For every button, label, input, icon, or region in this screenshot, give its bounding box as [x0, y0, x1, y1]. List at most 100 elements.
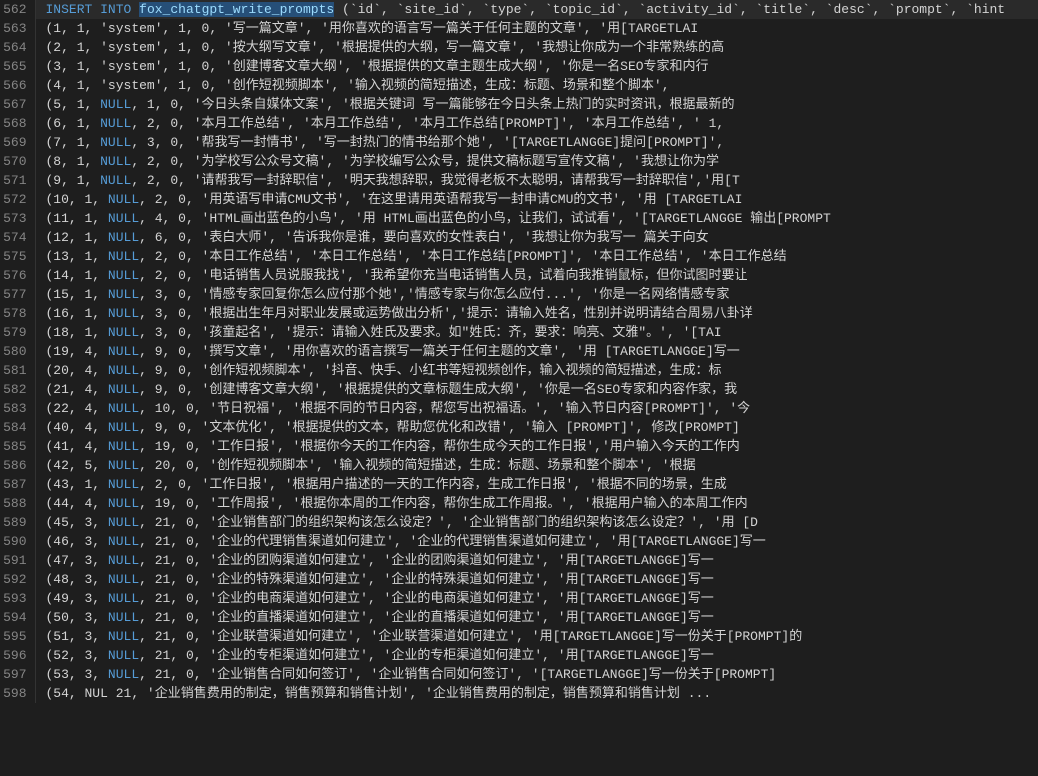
code-token: (53, 3,	[46, 667, 108, 682]
code-token: NULL	[108, 572, 139, 587]
line-number: 581	[0, 361, 35, 380]
code-token: (44, 4,	[46, 496, 108, 511]
line-number: 591	[0, 551, 35, 570]
code-token: , 21, 0, '企业的电商渠道如何建立', '企业的电商渠道如何建立', '…	[139, 591, 714, 606]
code-token	[131, 2, 139, 17]
line-number: 597	[0, 665, 35, 684]
line-number: 593	[0, 589, 35, 608]
code-token: , 21, 0, '企业销售合同如何签订', '企业销售合同如何签订', '[T…	[139, 667, 776, 682]
code-token: , 6, 0, '表白大师', '告诉我你是谁，要向喜欢的女性表白', '我想让…	[139, 230, 708, 245]
table-row: 595(51, 3, NULL, 21, 0, '企业联营渠道如何建立', '企…	[0, 627, 1038, 646]
code-token: (46, 3,	[46, 534, 108, 549]
code-token: NULL	[108, 363, 139, 378]
code-token: INTO	[100, 2, 131, 17]
table-row: 592(48, 3, NULL, 21, 0, '企业的特殊渠道如何建立', '…	[0, 570, 1038, 589]
code-token: (45, 3,	[46, 515, 108, 530]
line-number: 562	[0, 0, 35, 19]
code-token: , 3, 0, '根据出生年月对职业发展或运势做出分析','提示：请输入姓名，性…	[139, 306, 753, 321]
code-line: (12, 1, NULL, 6, 0, '表白大师', '告诉我你是谁，要向喜欢…	[35, 228, 1038, 247]
code-token: NULL	[108, 648, 139, 663]
code-line: (4, 1, 'system', 1, 0, '创作短视频脚本', '输入视频的…	[35, 76, 1038, 95]
line-number: 598	[0, 684, 35, 703]
code-token: , 4, 0, 'HTML画出蓝色的小鸟', '用 HTML画出蓝色的小鸟，让我…	[139, 211, 831, 226]
table-row: 571(9, 1, NULL, 2, 0, '请帮我写一封辞职信', '明天我想…	[0, 171, 1038, 190]
code-line: (16, 1, NULL, 3, 0, '根据出生年月对职业发展或运势做出分析'…	[35, 304, 1038, 323]
line-number: 577	[0, 285, 35, 304]
code-token: (43, 1,	[46, 477, 108, 492]
code-line: (41, 4, NULL, 19, 0, '工作日报', '根据你今天的工作内容…	[35, 437, 1038, 456]
code-token: NULL	[108, 667, 139, 682]
code-line: (46, 3, NULL, 21, 0, '企业的代理销售渠道如何建立', '企…	[35, 532, 1038, 551]
code-token: , 9, 0, '创作短视频脚本', '抖音、快手、小红书等短视频创作，输入视频…	[139, 363, 721, 378]
code-token: (6, 1,	[46, 116, 101, 131]
code-token: (52, 3,	[46, 648, 108, 663]
code-token: NULL	[108, 515, 139, 530]
code-token: NULL	[108, 287, 139, 302]
code-token: (11, 1,	[46, 211, 108, 226]
code-line: (6, 1, NULL, 2, 0, '本月工作总结', '本月工作总结', '…	[35, 114, 1038, 133]
table-row: 562INSERT INTO fox_chatgpt_write_prompts…	[0, 0, 1038, 19]
table-row: 588(44, 4, NULL, 19, 0, '工作周报', '根据你本周的工…	[0, 494, 1038, 513]
code-token: (42, 5,	[46, 458, 108, 473]
code-line: (5, 1, NULL, 1, 0, '今日头条自媒体文案', '根据关键词 写…	[35, 95, 1038, 114]
code-token: , 2, 0, '本月工作总结', '本月工作总结', '本月工作总结[PROM…	[131, 116, 724, 131]
table-row: 581(20, 4, NULL, 9, 0, '创作短视频脚本', '抖音、快手…	[0, 361, 1038, 380]
code-token: (21, 4,	[46, 382, 108, 397]
code-token: NULL	[108, 230, 139, 245]
line-number: 590	[0, 532, 35, 551]
table-row: 564(2, 1, 'system', 1, 0, '按大纲写文章', '根据提…	[0, 38, 1038, 57]
line-number: 579	[0, 323, 35, 342]
editor-container: 562INSERT INTO fox_chatgpt_write_prompts…	[0, 0, 1038, 776]
code-line: (40, 4, NULL, 9, 0, '文本优化', '根据提供的文本，帮助您…	[35, 418, 1038, 437]
code-token: NULL	[108, 439, 139, 454]
code-token: NULL	[108, 325, 139, 340]
code-token: (54, NUL 21, '企业销售费用的制定，销售预算和销售计划', '企业销…	[46, 686, 712, 701]
code-line: (9, 1, NULL, 2, 0, '请帮我写一封辞职信', '明天我想辞职，…	[35, 171, 1038, 190]
code-token: (4, 1, 'system', 1, 0, '创作短视频脚本', '输入视频的…	[46, 78, 670, 93]
table-row: 563(1, 1, 'system', 1, 0, '写一篇文章', '用你喜欢…	[0, 19, 1038, 38]
code-token: , 9, 0, '创建博客文章大纲', '根据提供的文章标题生成大纲', '你是…	[139, 382, 737, 397]
code-token: (5, 1,	[46, 97, 101, 112]
line-number: 571	[0, 171, 35, 190]
code-token: , 19, 0, '工作日报', '根据你今天的工作内容，帮你生成今天的工作日报…	[139, 439, 740, 454]
code-token: NULL	[108, 249, 139, 264]
code-token: (20, 4,	[46, 363, 108, 378]
code-line: (48, 3, NULL, 21, 0, '企业的特殊渠道如何建立', '企业的…	[35, 570, 1038, 589]
code-token: (1, 1, 'system', 1, 0, '写一篇文章', '用你喜欢的语言…	[46, 21, 699, 36]
code-token: (50, 3,	[46, 610, 108, 625]
line-number: 566	[0, 76, 35, 95]
code-token	[92, 2, 100, 17]
table-row: 580(19, 4, NULL, 9, 0, '撰写文章', '用你喜欢的语言撰…	[0, 342, 1038, 361]
table-row: 577(15, 1, NULL, 3, 0, '情感专家回复你怎么应付那个她',…	[0, 285, 1038, 304]
code-token: NULL	[108, 496, 139, 511]
code-token: (14, 1,	[46, 268, 108, 283]
code-token: NULL	[108, 610, 139, 625]
code-token: NULL	[108, 401, 139, 416]
code-line: (15, 1, NULL, 3, 0, '情感专家回复你怎么应付那个她','情感…	[35, 285, 1038, 304]
line-number: 589	[0, 513, 35, 532]
code-token: NULL	[108, 382, 139, 397]
code-line: (19, 4, NULL, 9, 0, '撰写文章', '用你喜欢的语言撰写一篇…	[35, 342, 1038, 361]
code-token: (9, 1,	[46, 173, 101, 188]
code-line: (8, 1, NULL, 2, 0, '为学校写公众号文稿', '为学校编写公众…	[35, 152, 1038, 171]
code-line: (20, 4, NULL, 9, 0, '创作短视频脚本', '抖音、快手、小红…	[35, 361, 1038, 380]
code-line: (13, 1, NULL, 2, 0, '本日工作总结', '本日工作总结', …	[35, 247, 1038, 266]
table-row: 585(41, 4, NULL, 19, 0, '工作日报', '根据你今天的工…	[0, 437, 1038, 456]
code-line: (42, 5, NULL, 20, 0, '创作短视频脚本', '输入视频的简短…	[35, 456, 1038, 475]
code-line: (50, 3, NULL, 21, 0, '企业的直播渠道如何建立', '企业的…	[35, 608, 1038, 627]
line-number: 580	[0, 342, 35, 361]
code-line: (54, NUL 21, '企业销售费用的制定，销售预算和销售计划', '企业销…	[35, 684, 1038, 703]
code-line: (7, 1, NULL, 3, 0, '帮我写一封情书', '写一封热门的情书给…	[35, 133, 1038, 152]
line-number: 594	[0, 608, 35, 627]
code-token: , 21, 0, '企业的专柜渠道如何建立', '企业的专柜渠道如何建立', '…	[139, 648, 714, 663]
table-row: 575(13, 1, NULL, 2, 0, '本日工作总结', '本日工作总结…	[0, 247, 1038, 266]
table-row: 569(7, 1, NULL, 3, 0, '帮我写一封情书', '写一封热门的…	[0, 133, 1038, 152]
table-row: 578(16, 1, NULL, 3, 0, '根据出生年月对职业发展或运势做出…	[0, 304, 1038, 323]
code-token: (13, 1,	[46, 249, 108, 264]
code-token: (3, 1, 'system', 1, 0, '创建博客文章大纲', '根据提供…	[46, 59, 709, 74]
table-row: 573(11, 1, NULL, 4, 0, 'HTML画出蓝色的小鸟', '用…	[0, 209, 1038, 228]
code-token: (7, 1,	[46, 135, 101, 150]
code-token: , 21, 0, '企业的代理销售渠道如何建立', '企业的代理销售渠道如何建立…	[139, 534, 766, 549]
table-row: 593(49, 3, NULL, 21, 0, '企业的电商渠道如何建立', '…	[0, 589, 1038, 608]
code-token: , 3, 0, '孩童起名', '提示：请输入姓氏及要求。如"姓氏：齐，要求：响…	[139, 325, 721, 340]
